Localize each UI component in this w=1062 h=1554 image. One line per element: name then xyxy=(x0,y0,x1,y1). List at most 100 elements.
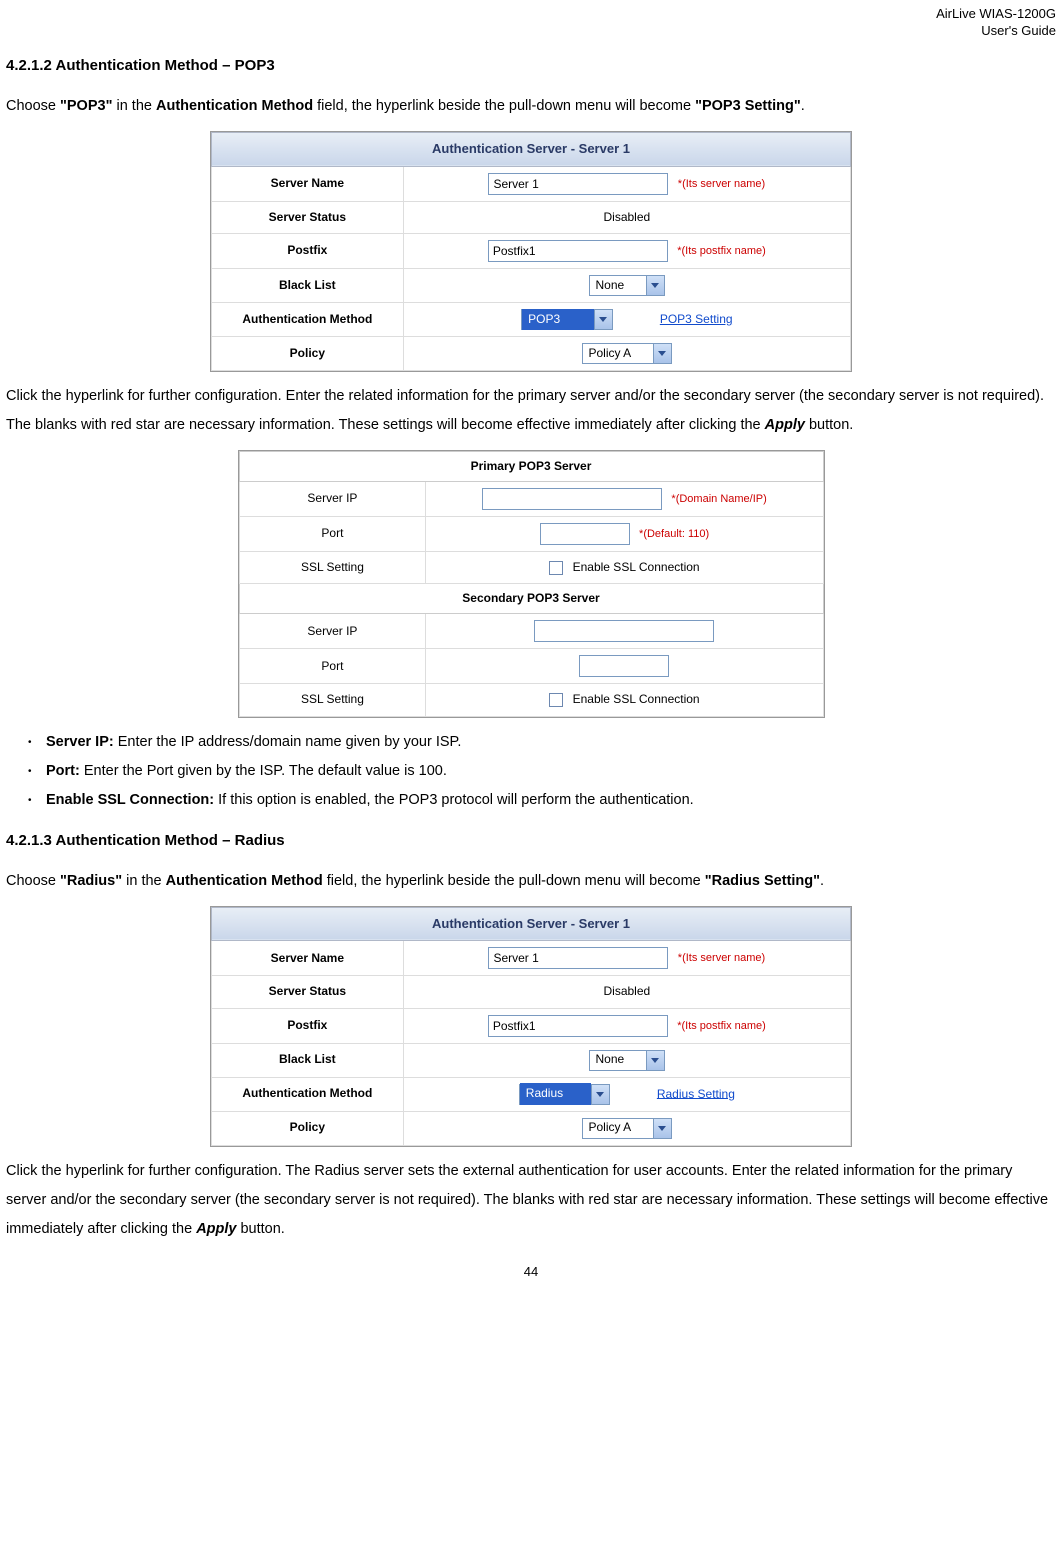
label-server-name: Server Name xyxy=(212,941,404,976)
input-server-name[interactable] xyxy=(488,173,668,195)
label-secondary-ssl: SSL Setting xyxy=(239,684,426,716)
fig2-title-primary: Primary POP3 Server xyxy=(239,451,823,481)
section-heading-radius: 4.2.1.3 Authentication Method – Radius xyxy=(6,829,1056,853)
text: Choose xyxy=(6,873,60,889)
label-auth-method: Authentication Method xyxy=(212,302,404,336)
input-primary-port[interactable] xyxy=(540,523,630,545)
bullet-server-ip: Server IP: Enter the IP address/domain n… xyxy=(28,728,1056,757)
select-auth-method[interactable]: POP3 xyxy=(521,309,613,330)
page-header: AirLive WIAS-1200G User's Guide xyxy=(6,0,1056,40)
chevron-down-icon xyxy=(591,1085,609,1104)
fig2-title-secondary: Secondary POP3 Server xyxy=(239,584,823,614)
input-postfix[interactable] xyxy=(488,240,668,262)
text: in the xyxy=(112,98,156,114)
label-primary-ssl: SSL Setting xyxy=(239,551,426,583)
label-policy: Policy xyxy=(212,1111,404,1145)
label-policy: Policy xyxy=(212,336,404,370)
doc-subtitle: User's Guide xyxy=(981,23,1056,38)
select-policy[interactable]: Policy A xyxy=(582,1118,673,1139)
figure-auth-server-pop3: Authentication Server - Server 1 Server … xyxy=(210,131,852,372)
section-heading-pop3: 4.2.1.2 Authentication Method – POP3 xyxy=(6,54,1056,78)
input-server-name[interactable] xyxy=(488,947,668,969)
section-pop3-intro: Choose "POP3" in the Authentication Meth… xyxy=(6,92,1056,121)
text-primary-ssl: Enable SSL Connection xyxy=(573,560,700,574)
input-secondary-port[interactable] xyxy=(579,655,669,677)
select-value: None xyxy=(590,275,647,296)
label-primary-port: Port xyxy=(239,516,426,551)
product-name: AirLive WIAS-1200G xyxy=(936,6,1056,21)
label-postfix: Postfix xyxy=(212,1008,404,1043)
bullet-text: Enter the Port given by the ISP. The def… xyxy=(80,763,447,779)
bullet-port: Port: Enter the Port given by the ISP. T… xyxy=(28,757,1056,786)
label-secondary-serverip: Server IP xyxy=(239,614,426,649)
select-value: Policy A xyxy=(583,343,654,364)
label-server-status: Server Status xyxy=(212,201,404,233)
figure-pop3-servers: Primary POP3 Server Server IP *(Domain N… xyxy=(238,450,825,718)
bullet-list-pop3: Server IP: Enter the IP address/domain n… xyxy=(6,728,1056,815)
page-number: 44 xyxy=(6,1262,1056,1283)
bullet-text: If this option is enabled, the POP3 prot… xyxy=(214,792,694,808)
bullet-ssl: Enable SSL Connection: If this option is… xyxy=(28,786,1056,815)
figure-auth-server-radius: Authentication Server - Server 1 Server … xyxy=(210,906,852,1147)
section-radius-intro: Choose "Radius" in the Authentication Me… xyxy=(6,867,1056,896)
chevron-down-icon xyxy=(653,344,671,363)
fig3-title: Authentication Server - Server 1 xyxy=(212,907,851,941)
text: field, the hyperlink beside the pull-dow… xyxy=(323,873,705,889)
select-value: POP3 xyxy=(522,309,594,330)
select-policy[interactable]: Policy A xyxy=(582,343,673,364)
hint-server-name: *(Its server name) xyxy=(678,178,765,190)
section-pop3-followup: Click the hyperlink for further configur… xyxy=(6,382,1056,440)
value-server-status: Disabled xyxy=(403,976,850,1008)
label-auth-method: Authentication Method xyxy=(212,1077,404,1111)
chevron-down-icon xyxy=(653,1119,671,1138)
select-auth-method[interactable]: Radius xyxy=(519,1084,610,1105)
bold-italic-text: Apply xyxy=(765,417,805,433)
bullet-label: Server IP: xyxy=(46,734,114,750)
hint-postfix: *(Its postfix name) xyxy=(677,1020,766,1032)
chevron-down-icon xyxy=(646,276,664,295)
link-radius-setting[interactable]: Radius Setting xyxy=(657,1086,735,1100)
section-radius-followup: Click the hyperlink for further configur… xyxy=(6,1157,1056,1244)
label-secondary-port: Port xyxy=(239,649,426,684)
bullet-label: Port: xyxy=(46,763,80,779)
label-black-list: Black List xyxy=(212,268,404,302)
bold-text: "POP3" xyxy=(60,98,112,114)
text: in the xyxy=(122,873,166,889)
bullet-label: Enable SSL Connection: xyxy=(46,792,214,808)
bold-text: "Radius Setting" xyxy=(705,873,820,889)
bold-italic-text: Apply xyxy=(196,1221,236,1237)
hint-postfix: *(Its postfix name) xyxy=(677,245,766,257)
chevron-down-icon xyxy=(646,1051,664,1070)
value-server-status: Disabled xyxy=(403,201,850,233)
bullet-text: Enter the IP address/domain name given b… xyxy=(114,734,462,750)
text: . xyxy=(801,98,805,114)
select-value: None xyxy=(590,1049,647,1070)
text: . xyxy=(820,873,824,889)
select-black-list[interactable]: None xyxy=(589,275,666,296)
checkbox-secondary-ssl[interactable] xyxy=(549,693,563,707)
bold-text: Authentication Method xyxy=(166,873,323,889)
label-primary-serverip: Server IP xyxy=(239,481,426,516)
text: Choose xyxy=(6,98,60,114)
input-primary-serverip[interactable] xyxy=(482,488,662,510)
chevron-down-icon xyxy=(594,310,612,329)
text: field, the hyperlink beside the pull-dow… xyxy=(313,98,695,114)
fig1-title: Authentication Server - Server 1 xyxy=(212,132,851,166)
label-postfix: Postfix xyxy=(212,233,404,268)
text: button. xyxy=(805,417,853,433)
bold-text: Authentication Method xyxy=(156,98,313,114)
input-secondary-serverip[interactable] xyxy=(534,620,714,642)
select-value: Radius xyxy=(520,1083,591,1104)
bold-text: "POP3 Setting" xyxy=(695,98,801,114)
text: Click the hyperlink for further configur… xyxy=(6,388,1044,433)
hint-server-name: *(Its server name) xyxy=(678,952,765,964)
hint-primary-port: *(Default: 110) xyxy=(639,528,709,540)
label-black-list: Black List xyxy=(212,1043,404,1077)
link-pop3-setting[interactable]: POP3 Setting xyxy=(660,312,733,326)
checkbox-primary-ssl[interactable] xyxy=(549,561,563,575)
hint-primary-serverip: *(Domain Name/IP) xyxy=(671,493,766,505)
select-black-list[interactable]: None xyxy=(589,1050,666,1071)
text: button. xyxy=(236,1221,284,1237)
label-server-name: Server Name xyxy=(212,166,404,201)
input-postfix[interactable] xyxy=(488,1015,668,1037)
